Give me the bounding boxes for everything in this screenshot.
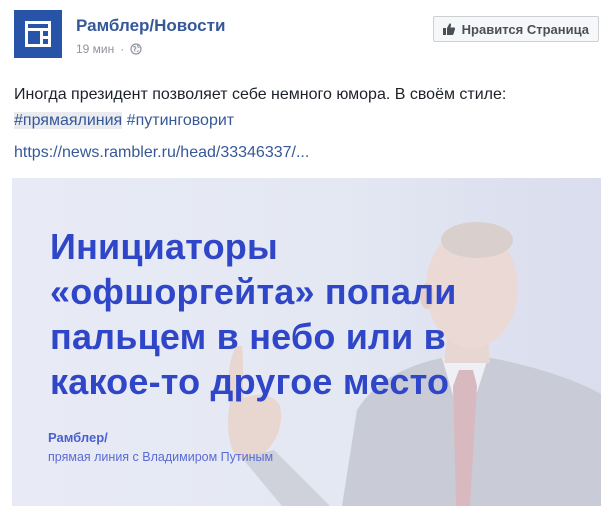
headline-line: пальцем в небо или в — [50, 316, 446, 357]
hashtag-link[interactable]: #путинговорит — [127, 112, 234, 129]
hashtag-link[interactable]: #прямаялиния — [14, 112, 123, 129]
meta-separator: · — [120, 42, 125, 56]
post-meta: 19 мин · — [76, 42, 142, 56]
post-image[interactable]: Инициаторы «офшоргейта» попали пальцем в… — [12, 178, 601, 506]
rambler-logo-icon[interactable] — [14, 10, 62, 58]
like-page-button[interactable]: Нравится Страница — [432, 16, 599, 42]
caption-subtitle: прямая линия с Владимиром Путиным — [48, 450, 274, 464]
post-header: Рамблер/Новости 19 мин · Нравится Страни… — [14, 10, 599, 62]
page-name-link[interactable]: Рамблер/Новости — [76, 16, 225, 36]
image-headline: Инициаторы «офшоргейта» попали пальцем в… — [50, 224, 457, 404]
post-body: Иногда президент позволяет себе немного … — [14, 82, 597, 166]
headline-line: «офшоргейта» попали — [50, 271, 457, 312]
like-page-label: Нравится Страница — [461, 21, 589, 37]
post-timestamp[interactable]: 19 мин — [76, 42, 114, 56]
document-shape — [25, 21, 51, 47]
caption-brand: Рамблер/ — [48, 430, 108, 445]
headline-line: Инициаторы — [50, 226, 278, 267]
post-message: Иногда президент позволяет себе немного … — [14, 86, 507, 103]
headline-line: какое-то другое место — [50, 361, 450, 402]
link-row: https://news.rambler.ru/head/33346337/..… — [14, 140, 597, 166]
globe-icon[interactable] — [130, 43, 142, 55]
thumbs-up-icon — [442, 23, 455, 35]
article-link[interactable]: https://news.rambler.ru/head/33346337/..… — [14, 144, 309, 161]
hashtag-row: #прямаялиния #путинговорит — [14, 108, 597, 134]
